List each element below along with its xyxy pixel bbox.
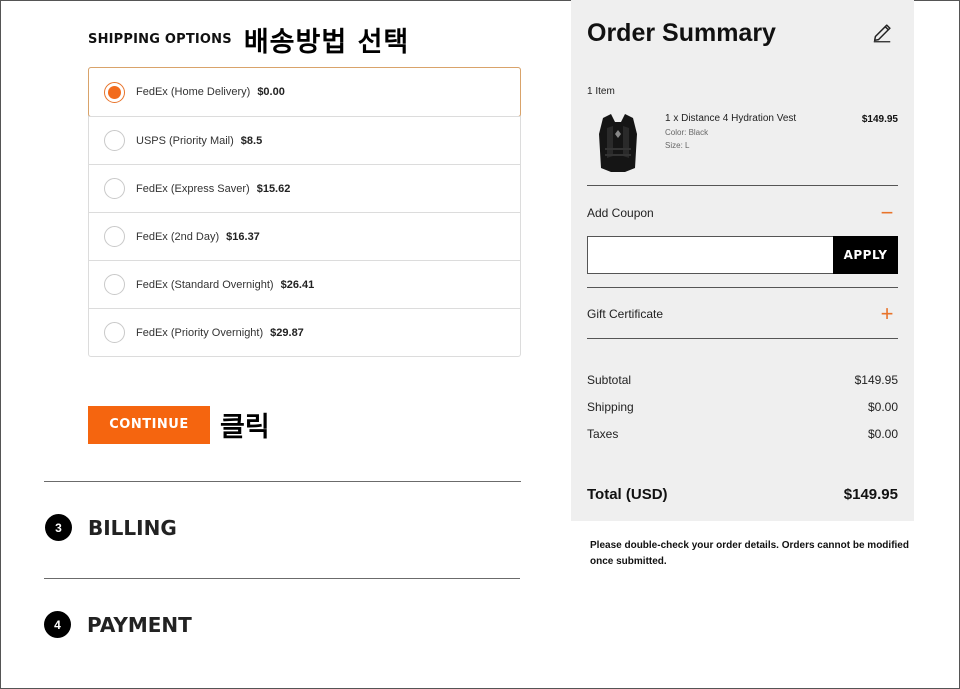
total-label: Total (USD): [587, 486, 668, 503]
shipping-option-fedex-home[interactable]: FedEx (Home Delivery) $0.00: [88, 67, 521, 117]
coupon-label: Add Coupon: [587, 206, 654, 220]
radio[interactable]: [104, 322, 125, 343]
shipping-heading: SHIPPING OPTIONS 배송방법 선택: [88, 20, 409, 59]
apply-coupon-button[interactable]: APPLY: [833, 236, 898, 274]
option-price: $26.41: [280, 278, 315, 291]
shipping-row: Shipping $0.00: [587, 400, 898, 414]
step-number: 4: [44, 611, 71, 638]
order-summary-title: Order Summary: [587, 19, 776, 47]
option-name: FedEx (Priority Overnight): [136, 326, 264, 339]
minus-icon[interactable]: −: [876, 202, 898, 224]
shipping-option-fedex-priority-overnight[interactable]: FedEx (Priority Overnight) $29.87: [89, 308, 520, 356]
option-price: $29.87: [270, 326, 304, 339]
subtotal-row: Subtotal $149.95: [587, 373, 898, 387]
taxes-row: Taxes $0.00: [587, 427, 898, 441]
divider: [44, 481, 521, 482]
divider: [587, 185, 898, 186]
subtotal-label: Subtotal: [587, 373, 632, 387]
option-name: FedEx (Home Delivery): [136, 86, 251, 98]
annotation-click: 클릭: [220, 412, 270, 443]
radio[interactable]: [104, 178, 125, 199]
taxes-label: Taxes: [587, 427, 619, 441]
product-name: 1 x Distance 4 Hydration Vest: [665, 113, 797, 124]
shipping-label: Shipping: [587, 400, 634, 414]
pencil-icon[interactable]: [871, 22, 893, 44]
shipping-title: SHIPPING OPTIONS: [88, 32, 232, 47]
hydration-vest-image: [599, 114, 637, 172]
divider: [587, 287, 898, 288]
coupon-form: APPLY: [587, 236, 898, 274]
continue-row: CONTINUE 클릭: [88, 405, 270, 444]
step-payment[interactable]: 4 PAYMENT: [44, 611, 192, 638]
option-name: FedEx (Standard Overnight): [136, 278, 274, 291]
taxes-value: $0.00: [867, 427, 898, 441]
coupon-accordion-header[interactable]: Add Coupon −: [587, 202, 898, 224]
shipping-value: $0.00: [867, 400, 898, 414]
step-label: BILLING: [88, 515, 177, 540]
product-price: $149.95: [861, 114, 898, 125]
gift-certificate-accordion-header[interactable]: Gift Certificate +: [587, 303, 898, 325]
shipping-option-fedex-express[interactable]: FedEx (Express Saver) $15.62: [89, 164, 520, 212]
radio-selected[interactable]: [104, 81, 125, 103]
option-price: $0.00: [257, 86, 285, 98]
divider: [44, 578, 520, 579]
shipping-option-usps-priority[interactable]: USPS (Priority Mail) $8.5: [89, 116, 520, 164]
option-name: USPS (Priority Mail): [136, 134, 234, 147]
annotation-select-shipping: 배송방법 선택: [243, 27, 410, 58]
subtotal-value: $149.95: [854, 373, 898, 387]
plus-icon[interactable]: +: [876, 303, 898, 325]
continue-button[interactable]: CONTINUE: [88, 405, 210, 444]
order-summary-panel: Order Summary 1 Item 1 x Distance 4 Hydr…: [571, 0, 914, 521]
step-billing[interactable]: 3 BILLING: [45, 514, 177, 541]
shipping-option-fedex-standard-overnight[interactable]: FedEx (Standard Overnight) $26.41: [89, 260, 520, 308]
product-size: Size: L: [665, 141, 690, 150]
radio[interactable]: [104, 130, 125, 151]
option-name: FedEx (2nd Day): [136, 230, 220, 243]
radio[interactable]: [104, 274, 125, 295]
divider: [587, 338, 898, 339]
item-count: 1 Item: [587, 86, 615, 97]
step-number: 3: [45, 514, 72, 541]
gift-certificate-label: Gift Certificate: [587, 307, 664, 321]
option-name: FedEx (Express Saver): [136, 182, 250, 195]
shipping-options-list: FedEx (Home Delivery) $0.00 USPS (Priori…: [88, 67, 521, 357]
option-price: $8.5: [240, 134, 263, 147]
total-row: Total (USD) $149.95: [587, 486, 898, 503]
coupon-input[interactable]: [587, 236, 833, 274]
option-price: $16.37: [226, 230, 260, 243]
total-value: $149.95: [843, 486, 898, 503]
radio[interactable]: [104, 226, 125, 247]
step-label: PAYMENT: [87, 612, 192, 637]
order-note: Please double-check your order details. …: [590, 540, 909, 567]
option-price: $15.62: [256, 182, 291, 195]
shipping-option-fedex-2nd-day[interactable]: FedEx (2nd Day) $16.37: [89, 212, 520, 260]
product-color: Color: Black: [665, 128, 709, 137]
